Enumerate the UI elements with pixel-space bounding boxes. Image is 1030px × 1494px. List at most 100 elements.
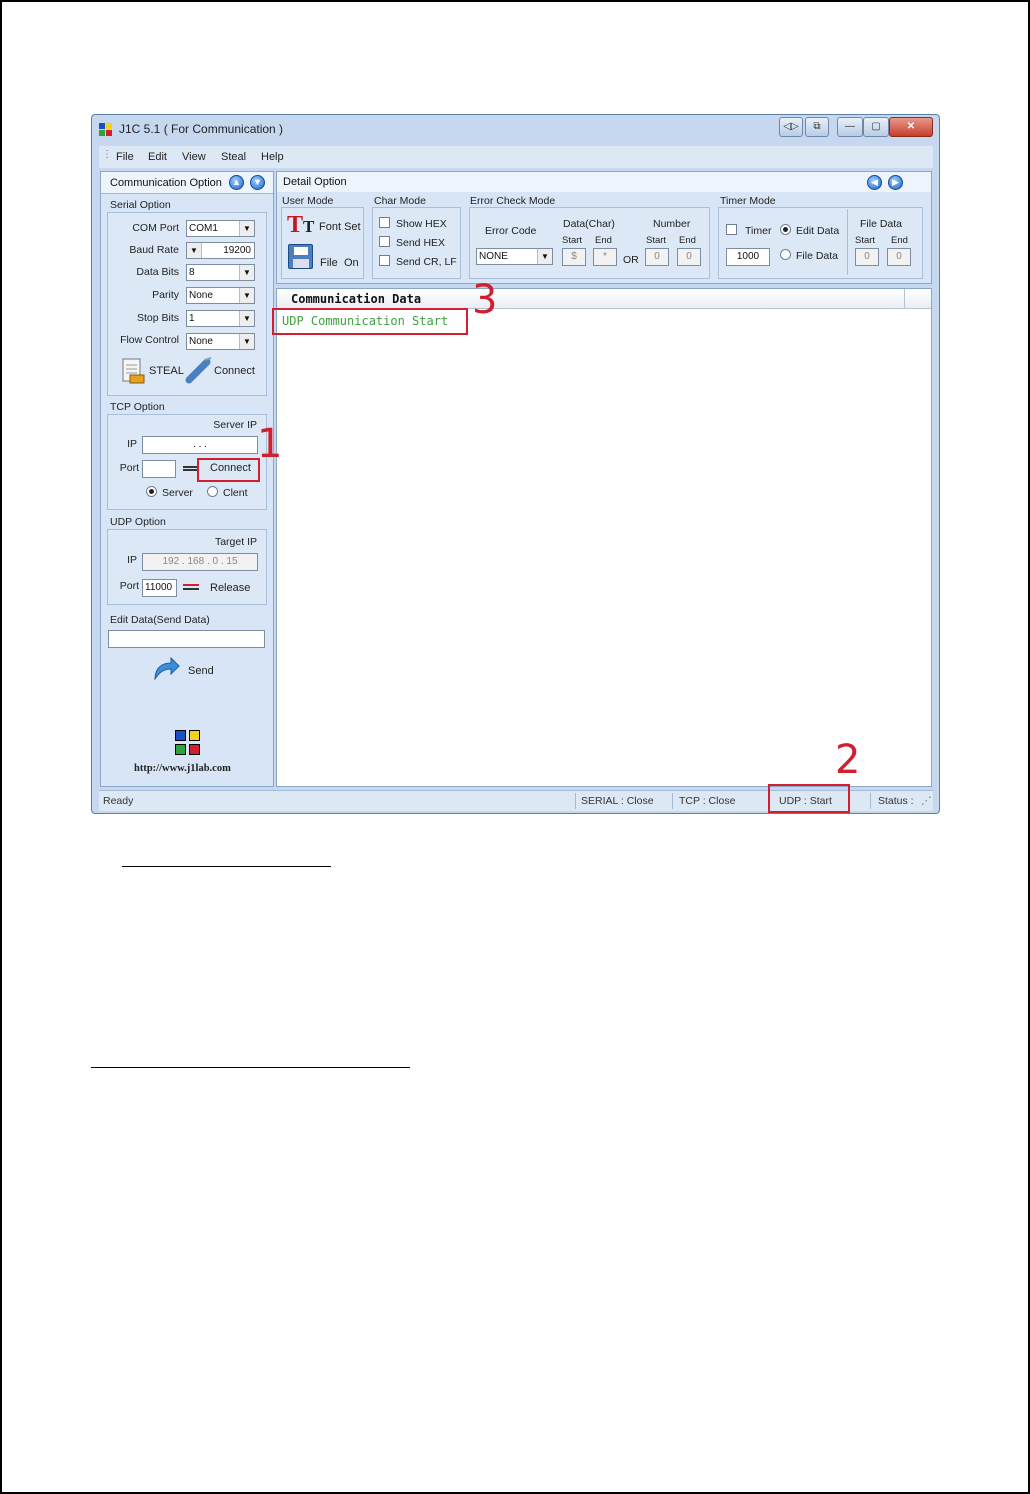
server-radio[interactable]	[146, 486, 157, 497]
file-data-radio[interactable]	[780, 249, 791, 260]
serial-connect-button[interactable]: Connect	[214, 365, 255, 377]
com-port-label: COM Port	[132, 222, 179, 234]
j1lab-logo	[173, 728, 201, 756]
data-bits-select[interactable]: 8 ▼	[186, 264, 255, 281]
udp-ip-input[interactable]: 192 . 168 . 0 . 15	[142, 553, 258, 571]
menu-view[interactable]: View	[182, 151, 206, 163]
error-code-select[interactable]: NONE ▼	[476, 248, 553, 265]
stop-bits-select[interactable]: 1 ▼	[186, 310, 255, 327]
send-button[interactable]: Send	[188, 665, 214, 677]
window-title: J1C 5.1 ( For Communication )	[119, 122, 284, 136]
udp-port-label: Port	[119, 580, 139, 592]
detail-panel: Detail Option ◀ ▶ User Mode TT Font Set …	[276, 171, 932, 787]
font-set-button[interactable]: Font Set	[319, 221, 361, 233]
menu-steal[interactable]: Steal	[221, 151, 246, 163]
menu-file[interactable]: File	[116, 151, 134, 163]
edit-data-label: Edit Data	[796, 225, 840, 237]
annotation-number-2: 2	[835, 737, 861, 783]
maximize-button[interactable]: ▢	[863, 117, 889, 137]
flow-control-select[interactable]: None ▼	[186, 333, 255, 350]
client-radio-label: Clent	[223, 487, 248, 499]
chevron-down-icon: ▼	[537, 249, 552, 264]
detail-option-header: Detail Option ◀ ▶	[276, 171, 932, 193]
server-radio-label: Server	[162, 487, 193, 499]
file-end-label: End	[891, 235, 908, 246]
baud-rate-label: Baud Rate	[129, 244, 179, 256]
chevron-down-icon: ▼	[239, 311, 254, 326]
website-link[interactable]: http://www.j1lab.com	[134, 763, 231, 774]
right-arrow-icon[interactable]: ▶	[888, 175, 903, 190]
file-on-label: On	[344, 257, 359, 269]
parity-select[interactable]: None ▼	[186, 287, 255, 304]
plug-disconnected-icon	[183, 584, 199, 590]
tcp-ip-input[interactable]: . . .	[142, 436, 258, 454]
toggle-icon[interactable]: ◁▷	[779, 117, 803, 137]
chevron-down-icon: ▼	[239, 288, 254, 303]
left-arrow-icon[interactable]: ◀	[867, 175, 882, 190]
underline-rule	[122, 866, 331, 867]
font-set-icon[interactable]: TT	[287, 212, 315, 238]
serial-connect-icon[interactable]	[185, 356, 213, 384]
number-start-label: Start	[646, 235, 667, 246]
end-char-input[interactable]: *	[593, 248, 617, 266]
annotation-box-comm-line	[272, 308, 468, 335]
udp-release-button[interactable]: Release	[210, 582, 250, 594]
error-code-label: Error Code	[485, 225, 537, 237]
user-mode-label: User Mode	[282, 195, 334, 207]
file-data-radio-label: File Data	[796, 250, 839, 262]
edit-data-label: Edit Data(Send Data)	[110, 614, 210, 626]
timer-checkbox[interactable]	[726, 224, 737, 235]
minimize-button[interactable]: —	[837, 117, 863, 137]
start-char-input[interactable]: $	[562, 248, 586, 266]
end-number-input[interactable]: 0	[677, 248, 701, 266]
communication-option-header: Communication Option ▲ ▼	[101, 172, 273, 194]
steal-icon[interactable]	[121, 357, 145, 385]
send-arrow-icon[interactable]	[151, 655, 181, 683]
serial-option-label: Serial Option	[110, 199, 171, 211]
grip-icon: ⋮	[102, 149, 112, 160]
udp-port-input[interactable]: 11000	[142, 579, 177, 597]
timer-label: Timer	[745, 225, 772, 237]
menu-edit[interactable]: Edit	[148, 151, 167, 163]
up-arrow-icon[interactable]: ▲	[229, 175, 244, 190]
send-crlf-label: Send CR, LF	[396, 256, 457, 268]
send-data-input[interactable]	[108, 630, 265, 648]
number-end-label: End	[679, 235, 696, 246]
start-number-input[interactable]: 0	[645, 248, 669, 266]
annotation-number-1: 1	[257, 421, 283, 467]
send-hex-checkbox[interactable]	[379, 236, 390, 247]
udp-ip-label: IP	[127, 554, 137, 566]
communication-data-area[interactable]: Communication Data UDP Communication Sta…	[276, 288, 932, 787]
panel-title: Communication Option	[110, 177, 222, 189]
down-arrow-icon[interactable]: ▼	[250, 175, 265, 190]
copy-icon[interactable]: ⧉	[805, 117, 829, 137]
timer-interval-input[interactable]: 1000	[726, 248, 770, 266]
error-check-label: Error Check Mode	[470, 195, 556, 207]
tcp-port-input[interactable]	[142, 460, 176, 478]
steal-button[interactable]: STEAL	[149, 365, 184, 377]
data-start-label: Start	[562, 235, 583, 246]
detail-option-title: Detail Option	[283, 176, 347, 188]
client-radio[interactable]	[207, 486, 218, 497]
baud-rate-select[interactable]: ▼ 19200	[186, 242, 255, 259]
file-start-input[interactable]: 0	[855, 248, 879, 266]
file-end-input[interactable]: 0	[887, 248, 911, 266]
chevron-down-icon: ▼	[239, 221, 254, 236]
status-tcp: TCP : Close	[679, 795, 736, 807]
menu-help[interactable]: Help	[261, 151, 284, 163]
resize-grip-icon[interactable]: ⋰	[921, 795, 932, 807]
menu-bar: ⋮ File Edit View Steal Help	[99, 146, 933, 168]
edit-data-radio[interactable]	[780, 224, 791, 235]
annotation-box-udp-status	[768, 784, 850, 813]
show-hex-checkbox[interactable]	[379, 217, 390, 228]
send-crlf-checkbox[interactable]	[379, 255, 390, 266]
app-icon	[99, 123, 113, 137]
file-data-label: File Data	[860, 218, 903, 230]
com-port-select[interactable]: COM1 ▼	[186, 220, 255, 237]
char-mode-label: Char Mode	[374, 195, 426, 207]
file-button[interactable]: File	[320, 257, 338, 269]
save-file-icon[interactable]	[288, 244, 313, 269]
show-hex-label: Show HEX	[396, 218, 447, 230]
stop-bits-label: Stop Bits	[136, 312, 179, 324]
close-button[interactable]: ✕	[889, 117, 933, 137]
